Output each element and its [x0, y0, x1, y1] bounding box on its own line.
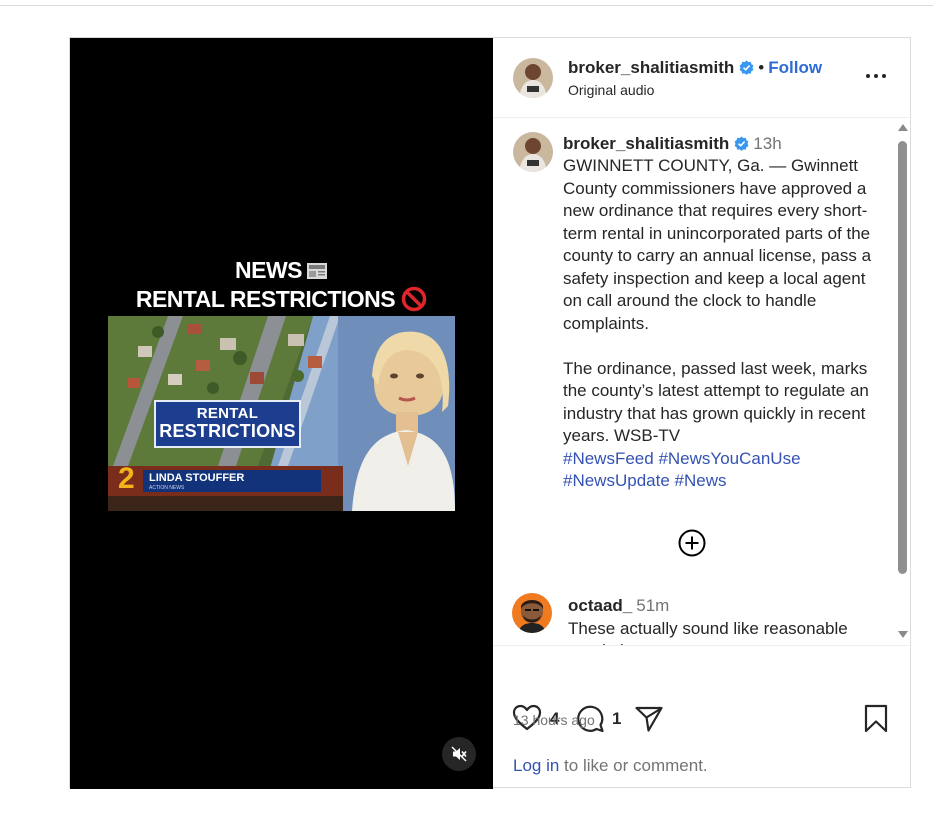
post-header: broker_shalitiasmith • Follow Original aud…	[493, 38, 912, 118]
prohibited-emoji-icon	[401, 286, 427, 312]
top-divider	[0, 5, 933, 6]
comment-text: These actually sound like reasonable reg…	[568, 619, 848, 645]
comments-area[interactable]: broker_shalitiasmith 13h GWINNETT COUNTY,…	[493, 118, 893, 645]
post-timestamp[interactable]: 13 hours ago	[513, 712, 595, 728]
video-title-line1: NEWS	[70, 257, 493, 284]
channel-number: 2	[118, 462, 135, 495]
share-icon[interactable]	[634, 704, 664, 734]
commenter-avatar[interactable]	[512, 593, 552, 633]
caption-author-avatar[interactable]	[513, 132, 553, 172]
news-broadcast-frame: RENTAL RESTRICTIONS 2 LINDA STOUFFER ACT…	[108, 316, 455, 511]
comment-count[interactable]: 1	[612, 709, 621, 729]
mute-toggle-button[interactable]	[442, 737, 476, 771]
verified-badge-icon	[734, 136, 749, 151]
header-username[interactable]: broker_shalitiasmith	[568, 58, 734, 77]
hashtag-newsyoucanuse[interactable]: #NewsYouCanUse	[658, 449, 800, 468]
caption-time[interactable]: 13h	[753, 134, 781, 153]
verified-badge-icon	[739, 60, 754, 75]
author-avatar-image	[513, 58, 553, 98]
follow-button[interactable]: Follow	[768, 58, 822, 77]
login-prompt-text: to like or comment.	[559, 756, 708, 775]
hashtag-newsupdate[interactable]: #NewsUpdate	[563, 471, 670, 490]
scroll-up-arrow-icon[interactable]	[898, 124, 908, 131]
load-more-comments-icon[interactable]	[677, 528, 707, 558]
post-actions: 4 1 13 hours ago Log in to like or comme…	[493, 645, 912, 790]
comment-username[interactable]: octaad_	[568, 596, 632, 615]
caption-username[interactable]: broker_shalitiasmith	[563, 134, 729, 153]
caption-text-block: GWINNETT COUNTY, Ga. — Gwinnett County c…	[563, 155, 883, 493]
login-link[interactable]: Log in	[513, 756, 559, 775]
video-title-line2: RENTAL RESTRICTIONS	[70, 286, 493, 313]
login-prompt: Log in to like or comment.	[513, 756, 708, 776]
caption-avatar-image	[513, 132, 553, 172]
anchor-name: LINDA STOUFFER	[149, 472, 245, 484]
rental-restrictions-banner: RENTAL RESTRICTIONS	[154, 400, 301, 448]
author-avatar[interactable]	[513, 58, 553, 98]
hashtag-news[interactable]: #News	[675, 471, 727, 490]
original-audio-link[interactable]: Original audio	[568, 82, 654, 98]
more-options-icon[interactable]	[861, 66, 891, 86]
comments-scrollbar[interactable]	[893, 118, 912, 645]
comment-username-row: octaad_ 51m	[568, 596, 669, 616]
comment-time[interactable]: 51m	[636, 596, 669, 615]
video-player[interactable]: NEWS RENTAL RESTRICTIONS RENTAL RESTRICT…	[70, 38, 493, 789]
separator-dot: •	[758, 58, 765, 77]
hashtag-newsfeed[interactable]: #NewsFeed	[563, 449, 654, 468]
newspaper-emoji-icon	[307, 263, 327, 279]
bookmark-icon[interactable]	[863, 704, 889, 734]
header-username-row: broker_shalitiasmith • Follow	[568, 58, 822, 78]
scrollbar-thumb[interactable]	[898, 141, 907, 574]
caption-text: GWINNETT COUNTY, Ga. — Gwinnett County c…	[563, 156, 872, 445]
post-card: NEWS RENTAL RESTRICTIONS RENTAL RESTRICT…	[69, 37, 912, 789]
anchor-subtitle: ACTION NEWS	[149, 485, 185, 491]
speaker-muted-icon	[451, 746, 467, 762]
scroll-down-arrow-icon[interactable]	[898, 631, 908, 638]
post-side-panel: broker_shalitiasmith • Follow Original aud…	[493, 38, 912, 789]
commenter-avatar-image	[512, 593, 552, 633]
caption-username-row: broker_shalitiasmith 13h	[563, 134, 782, 154]
